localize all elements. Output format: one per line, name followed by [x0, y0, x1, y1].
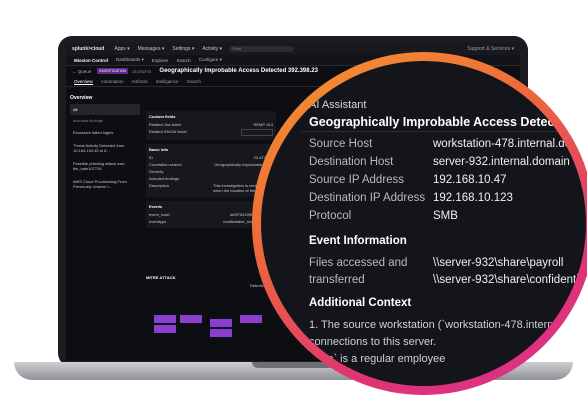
nav-search[interactable]: Search [177, 58, 191, 63]
divider [301, 131, 586, 132]
mitre-technique-cell[interactable] [240, 315, 262, 323]
apps-menu[interactable]: Apps ▾ [114, 46, 129, 52]
top-nav: Apps ▾ Messages ▾ Settings ▾ Activity ▾ [114, 46, 222, 52]
files-label: Files accessed and [309, 257, 408, 269]
field-value: workstation-478.internal.domain [433, 138, 586, 150]
mitre-technique-cell[interactable] [154, 325, 176, 333]
event-information-heading: Event Information [309, 235, 407, 247]
case-id: 23:4T1F74 [132, 68, 152, 74]
mitre-technique-cell[interactable] [154, 315, 176, 323]
info-key: Description [149, 183, 170, 188]
splunk-logo: splunk>cloud [72, 46, 105, 52]
sidebar-item-all[interactable]: All [70, 104, 140, 115]
info-key: Included findings [149, 176, 180, 181]
finding-item[interactable]: Threat Activity Detected from 10.163.194… [70, 139, 140, 157]
custom-fields-section: Custom fields Related Jira ticket REMP-31… [146, 111, 276, 140]
jira-label: Related Jira ticket [149, 122, 181, 127]
mitre-technique-cell[interactable] [210, 329, 232, 337]
files-value: \\server-932\share\payroll [433, 257, 564, 269]
ai-assistant-heading: AI Assistant [309, 99, 367, 111]
context-line: connections to this server. [309, 336, 437, 348]
back-to-queue-link[interactable]: ← Queue [72, 69, 91, 74]
info-key: ID [149, 155, 153, 160]
field-label: Protocol [309, 210, 352, 222]
find-input[interactable]: Find [230, 46, 294, 52]
mitre-technique-cell[interactable] [210, 319, 232, 327]
findings-sidebar: Overview All Included findings Excessive… [70, 95, 140, 355]
tab-overview[interactable]: Overview [74, 79, 93, 85]
ai-assistant-panel: AI Assistant Geographically Improbable A… [261, 61, 586, 386]
basic-info-heading: Basic info [149, 147, 169, 152]
field-label: Destination Host [309, 156, 394, 168]
tab-intelligence[interactable]: Intelligence [156, 79, 179, 84]
nav-mission-control[interactable]: Mission Control [74, 58, 108, 63]
nav-configure[interactable]: Configure ▾ [199, 57, 222, 63]
finding-item[interactable]: Possible phishing attack user tim_hale10… [70, 157, 140, 175]
field-value: server-932.internal.domain [433, 156, 570, 168]
investigation-badge: INVESTIGATION [97, 68, 129, 74]
field-value: SMB [433, 210, 458, 222]
field-label: Source IP Address [309, 174, 405, 186]
additional-context-heading: Additional Context [309, 297, 412, 309]
files-label: transferred [309, 274, 365, 286]
ai-case-title: Geographically Improbable Access Detecte… [309, 115, 586, 129]
field-value: 192.168.10.47 [433, 174, 507, 186]
snow-label: Related SNOW ticket [149, 129, 187, 134]
finding-item[interactable]: Excessive failed logins [70, 126, 140, 139]
messages-menu[interactable]: Messages ▾ [138, 46, 165, 52]
context-line: 1. The source workstation (`workstation-… [309, 319, 586, 331]
field-label: Source Host [309, 138, 373, 150]
context-line: `jdoe` is a regular employee [309, 353, 446, 365]
custom-fields-heading: Custom fields [149, 114, 176, 119]
magnifier-lens: AI Assistant Geographically Improbable A… [261, 61, 586, 386]
top-bar: splunk>cloud Apps ▾ Messages ▾ Settings … [66, 43, 520, 55]
included-findings-label: Included findings [73, 118, 104, 123]
finding-item[interactable]: AWS Cloud Provisioning From Previously U… [70, 175, 140, 193]
event-key: eventtype [149, 219, 167, 224]
nav-explorer[interactable]: Explorer [152, 58, 169, 63]
overview-heading: Overview [70, 95, 93, 101]
mitre-technique-cell[interactable] [180, 315, 202, 323]
nav-dashboards[interactable]: Dashboards ▾ [116, 57, 144, 63]
field-label: Destination IP Address [309, 192, 426, 204]
info-key: Correlation search [149, 162, 182, 167]
settings-menu[interactable]: Settings ▾ [172, 46, 194, 52]
support-menu[interactable]: Support & Services ▾ [467, 46, 514, 52]
info-key: Severity [149, 169, 164, 174]
tab-artifacts[interactable]: Artifacts [132, 79, 148, 84]
tab-automation[interactable]: Automation [101, 79, 124, 84]
files-value: \\server-932\share\confidential [433, 274, 586, 286]
activity-menu[interactable]: Activity ▾ [202, 46, 222, 52]
event-key: event_hash [149, 212, 170, 217]
field-value: 192.168.10.123 [433, 192, 513, 204]
tab-search[interactable]: Search [187, 79, 201, 84]
